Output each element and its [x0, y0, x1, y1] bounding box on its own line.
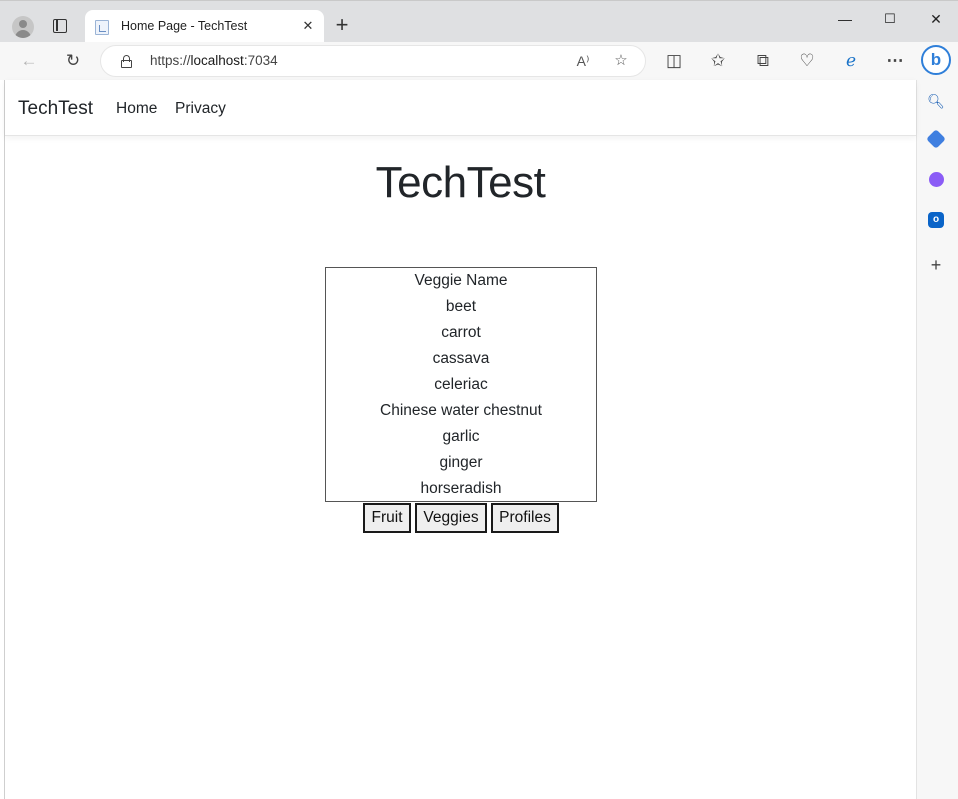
- url-text[interactable]: https://localhost:7034: [150, 53, 278, 68]
- back-arrow-icon[interactable]: ←: [18, 50, 40, 72]
- page-title: TechTest: [375, 158, 546, 207]
- navbar-brand[interactable]: TechTest: [18, 98, 93, 120]
- tab-title: Home Page - TechTest: [121, 19, 248, 33]
- read-aloud-icon[interactable]: A⁾: [573, 51, 593, 71]
- tab-actions-icon[interactable]: [53, 19, 67, 33]
- minimize-window-icon[interactable]: —: [822, 7, 868, 31]
- refresh-icon[interactable]: ↻: [62, 50, 84, 72]
- add-icon[interactable]: +: [926, 255, 946, 275]
- edge-sidebar: [916, 80, 958, 799]
- veggie-listbox[interactable]: Veggie Name beet carrot cassava celeriac…: [325, 267, 597, 502]
- browser-tab-strip: Home Page - TechTest ✕ + — ☐ ✕: [0, 0, 958, 44]
- favorite-star-icon[interactable]: ☆: [611, 51, 631, 71]
- browser-toolbar: ← ↻ https://localhost:7034 A⁾ ☆ ◫ ✩ ⧉ ♡ …: [0, 42, 958, 80]
- list-item[interactable]: garlic: [326, 424, 596, 450]
- list-item[interactable]: carrot: [326, 320, 596, 346]
- profile-avatar-icon[interactable]: [12, 16, 34, 38]
- outlook-icon[interactable]: o: [928, 212, 944, 228]
- new-tab-icon[interactable]: +: [331, 14, 353, 36]
- split-screen-icon[interactable]: ◫: [663, 50, 685, 72]
- list-header: Veggie Name: [414, 272, 508, 289]
- profiles-button[interactable]: Profiles: [491, 503, 559, 533]
- list-item[interactable]: Chinese water chestnut: [326, 398, 596, 424]
- more-icon[interactable]: ⋯: [884, 50, 906, 72]
- list-item[interactable]: beet: [326, 294, 596, 320]
- nav-link-privacy[interactable]: Privacy: [175, 100, 226, 118]
- list-item[interactable]: ginger: [326, 450, 596, 476]
- office-icon[interactable]: [929, 172, 944, 187]
- browser-essentials-icon[interactable]: ♡: [796, 50, 818, 72]
- list-item[interactable]: celeriac: [326, 372, 596, 398]
- list-item[interactable]: cassava: [326, 346, 596, 372]
- maximize-window-icon[interactable]: ☐: [867, 7, 913, 31]
- browser-tab-active[interactable]: Home Page - TechTest ✕: [85, 10, 324, 44]
- close-window-icon[interactable]: ✕: [913, 7, 958, 31]
- search-icon[interactable]: 🔍︎: [926, 91, 946, 111]
- edge-apps-icon[interactable]: ℯ: [840, 50, 862, 72]
- favorites-icon[interactable]: ✩: [707, 50, 729, 72]
- address-bar[interactable]: https://localhost:7034 A⁾ ☆: [100, 45, 646, 77]
- page-content: TechTest Home Privacy TechTest Veggie Na…: [4, 80, 916, 799]
- fruit-button[interactable]: Fruit: [363, 503, 411, 533]
- nav-link-home[interactable]: Home: [116, 100, 157, 118]
- site-navbar: TechTest Home Privacy: [5, 80, 916, 136]
- bing-icon[interactable]: b: [921, 45, 951, 75]
- lock-icon[interactable]: [121, 55, 132, 68]
- veggies-button[interactable]: Veggies: [415, 503, 487, 533]
- list-item[interactable]: horseradish: [326, 476, 596, 501]
- page-favicon-icon: [95, 20, 109, 35]
- tab-close-icon[interactable]: ✕: [299, 17, 317, 35]
- collections-icon[interactable]: ⧉: [752, 50, 774, 72]
